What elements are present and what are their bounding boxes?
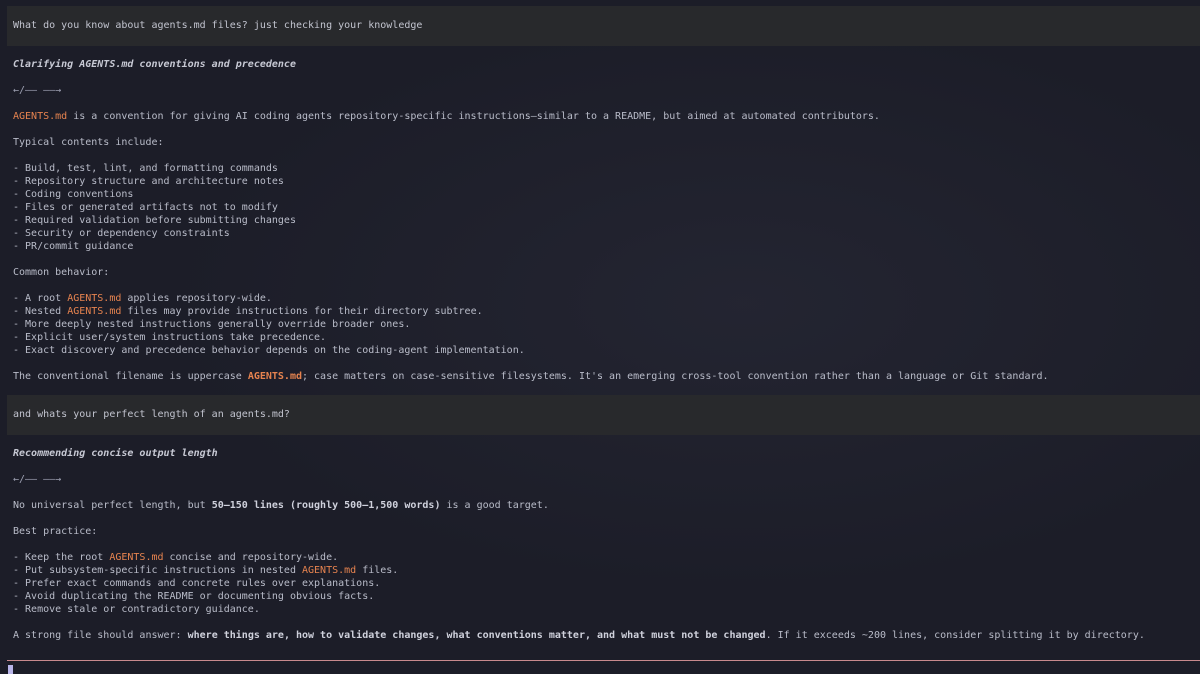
list-item: - A root AGENTS.md applies repository-wi…: [13, 292, 272, 306]
list-item-text: - Nested: [13, 306, 68, 317]
inline-code: AGENTS.md: [13, 111, 68, 122]
answer-1-common: Common behavior:: [13, 267, 110, 278]
answer-text: A strong file should answer:: [13, 630, 188, 641]
list-item: - More deeply nested instructions genera…: [13, 319, 411, 330]
list-item: - Exact discovery and precedence behavio…: [13, 345, 525, 356]
thinking-toggle-2[interactable]: ←/—— ——→: [13, 473, 61, 487]
answer-text: ; case matters on case-sensitive filesys…: [302, 371, 1049, 382]
list-item: - Keep the root AGENTS.md concise and re…: [13, 551, 338, 565]
answer-text: is a convention for giving AI coding age…: [67, 111, 880, 122]
user-message-1: What do you know about agents.md files? …: [7, 6, 1200, 46]
input-border: [7, 660, 1200, 661]
list-item: - Coding conventions: [13, 189, 134, 200]
inline-code: AGENTS.md: [247, 371, 302, 382]
answer-2-best: Best practice:: [13, 526, 98, 537]
inline-code: AGENTS.md: [109, 552, 164, 563]
user-message-1-text: What do you know about agents.md files? …: [13, 20, 423, 31]
inline-code: AGENTS.md: [67, 293, 122, 304]
bold-text: 50–150 lines (roughly 500–1,500 words): [211, 500, 441, 511]
answer-2-final: A strong file should answer: where thing…: [13, 629, 1145, 643]
list-item: - Prefer exact commands and concrete rul…: [13, 578, 381, 589]
bold-text: where things are, how to validate change…: [187, 630, 766, 641]
answer-1-intro: AGENTS.md is a convention for giving AI …: [13, 110, 880, 124]
list-item-text: - A root: [13, 293, 68, 304]
list-item-text: concise and repository-wide.: [163, 552, 339, 563]
list-item-text: files may provide instructions for their…: [121, 306, 483, 317]
list-item: - Repository structure and architecture …: [13, 176, 284, 187]
list-item: - Files or generated artifacts not to mo…: [13, 202, 278, 213]
answer-text: is a good target.: [440, 500, 549, 511]
list-item: - Explicit user/system instructions take…: [13, 332, 327, 343]
text-cursor[interactable]: [8, 665, 13, 674]
answer-2-intro: No universal perfect length, but 50–150 …: [13, 499, 549, 513]
list-item: - Required validation before submitting …: [13, 215, 296, 226]
list-item-text: applies repository-wide.: [121, 293, 272, 304]
list-item: - Avoid duplicating the README or docume…: [13, 591, 375, 602]
list-item-text: - Keep the root: [13, 552, 110, 563]
answer-text: . If it exceeds ~200 lines, consider spl…: [765, 630, 1145, 641]
list-item: - Remove stale or contradictory guidance…: [13, 604, 260, 615]
terminal-transcript: What do you know about agents.md files? …: [0, 0, 1200, 674]
list-item: - Put subsystem-specific instructions in…: [13, 564, 398, 578]
thinking-heading-1: Clarifying AGENTS.md conventions and pre…: [13, 59, 296, 70]
inline-code: AGENTS.md: [301, 565, 357, 576]
list-item-text: - Put subsystem-specific instructions in…: [13, 565, 302, 576]
user-message-2-text: and whats your perfect length of an agen…: [13, 409, 290, 420]
inline-code: AGENTS.md: [67, 306, 122, 317]
user-message-2: and whats your perfect length of an agen…: [7, 395, 1200, 435]
answer-1-typical: Typical contents include:: [13, 137, 164, 148]
thinking-toggle-1[interactable]: ←/—— ——→: [13, 84, 61, 98]
list-item-text: files.: [356, 565, 399, 576]
list-item: - Build, test, lint, and formatting comm…: [13, 163, 278, 174]
thinking-heading-2: Recommending concise output length: [13, 448, 218, 459]
answer-text: No universal perfect length, but: [13, 500, 212, 511]
list-item: - Security or dependency constraints: [13, 228, 230, 239]
answer-text: The conventional filename is uppercase: [13, 371, 248, 382]
list-item: - PR/commit guidance: [13, 241, 134, 252]
list-item: - Nested AGENTS.md files may provide ins…: [13, 305, 483, 319]
answer-1-final: The conventional filename is uppercase A…: [13, 370, 1049, 384]
